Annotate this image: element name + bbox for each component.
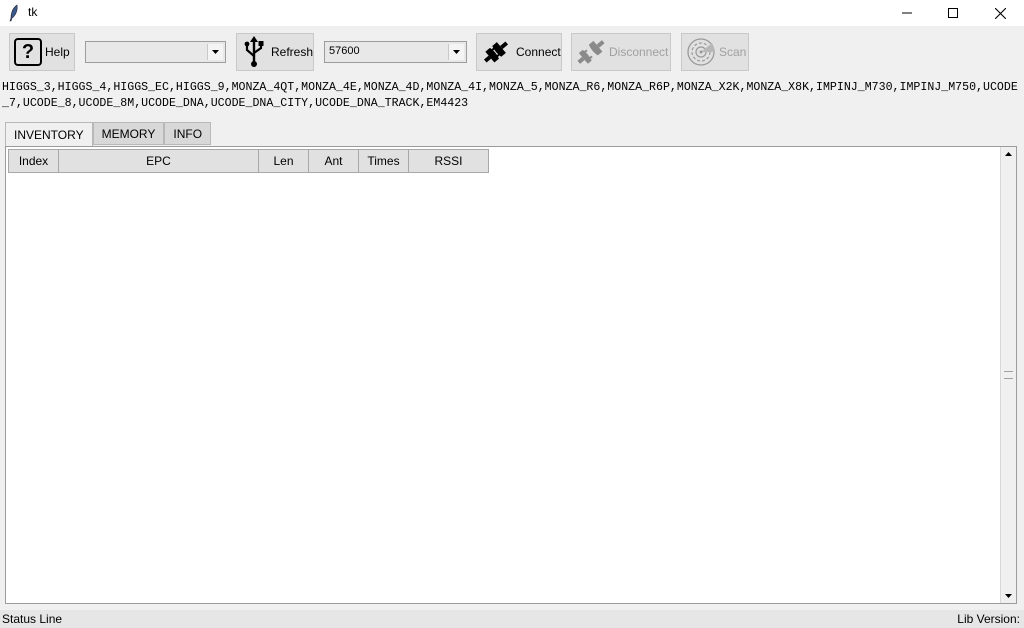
column-header-ant[interactable]: Ant [308,149,359,173]
column-header-rssi[interactable]: RSSI [408,149,489,173]
status-line: Status Line [2,612,63,626]
port-select[interactable] [85,41,226,63]
plug-disconnect-icon [575,36,607,68]
toolbar: ? Help Refresh 57600 Connect Disconnect … [0,26,1024,78]
scrollbar-grip[interactable] [1004,371,1013,379]
connect-button[interactable]: Connect [476,33,562,71]
maximize-icon [948,8,958,18]
status-bar: Status Line Lib Version: [0,610,1024,628]
help-button[interactable]: ? Help [9,33,75,71]
minimize-icon [902,12,912,14]
supported-tags-text: HIGGS_3,HIGGS_4,HIGGS_EC,HIGGS_9,MONZA_4… [2,81,1018,110]
question-mark-icon: ? [14,38,42,66]
radar-scan-icon [685,36,717,68]
baud-rate-select[interactable]: 57600 [324,41,467,63]
tab-info[interactable]: INFO [164,122,212,145]
chevron-down-icon[interactable] [448,44,464,60]
close-icon [994,7,1006,19]
plug-connect-icon [480,36,512,68]
usb-icon [243,36,265,68]
disconnect-button[interactable]: Disconnect [571,33,671,71]
scroll-down-arrow-icon[interactable] [1001,589,1016,603]
tk-feather-icon [9,4,18,22]
scroll-up-arrow-icon[interactable] [1001,147,1016,161]
help-label: Help [45,45,70,59]
column-header-epc[interactable]: EPC [58,149,259,173]
tab-bar: INVENTORY MEMORY INFO [5,122,212,146]
baud-rate-value: 57600 [329,45,360,57]
scan-label: Scan [719,45,747,59]
tab-inventory[interactable]: INVENTORY [5,122,93,146]
column-header-len[interactable]: Len [258,149,309,173]
column-header-times[interactable]: Times [358,149,409,173]
lib-version-label: Lib Version: [957,612,1020,626]
window-title: tk [28,5,38,19]
refresh-label: Refresh [271,45,314,59]
maximize-button[interactable] [930,0,976,26]
scan-button[interactable]: Scan [681,33,749,71]
title-bar: tk [0,0,1024,26]
chevron-down-icon[interactable] [207,44,223,60]
close-button[interactable] [977,0,1023,26]
tab-memory[interactable]: MEMORY [92,122,165,145]
connect-label: Connect [516,45,561,59]
vertical-scrollbar[interactable] [1000,147,1016,603]
minimize-button[interactable] [884,0,930,26]
column-header-index[interactable]: Index [8,149,59,173]
inventory-table[interactable]: Index EPC Len Ant Times RSSI [5,146,1017,604]
disconnect-label: Disconnect [609,45,669,59]
refresh-button[interactable]: Refresh [236,33,314,71]
